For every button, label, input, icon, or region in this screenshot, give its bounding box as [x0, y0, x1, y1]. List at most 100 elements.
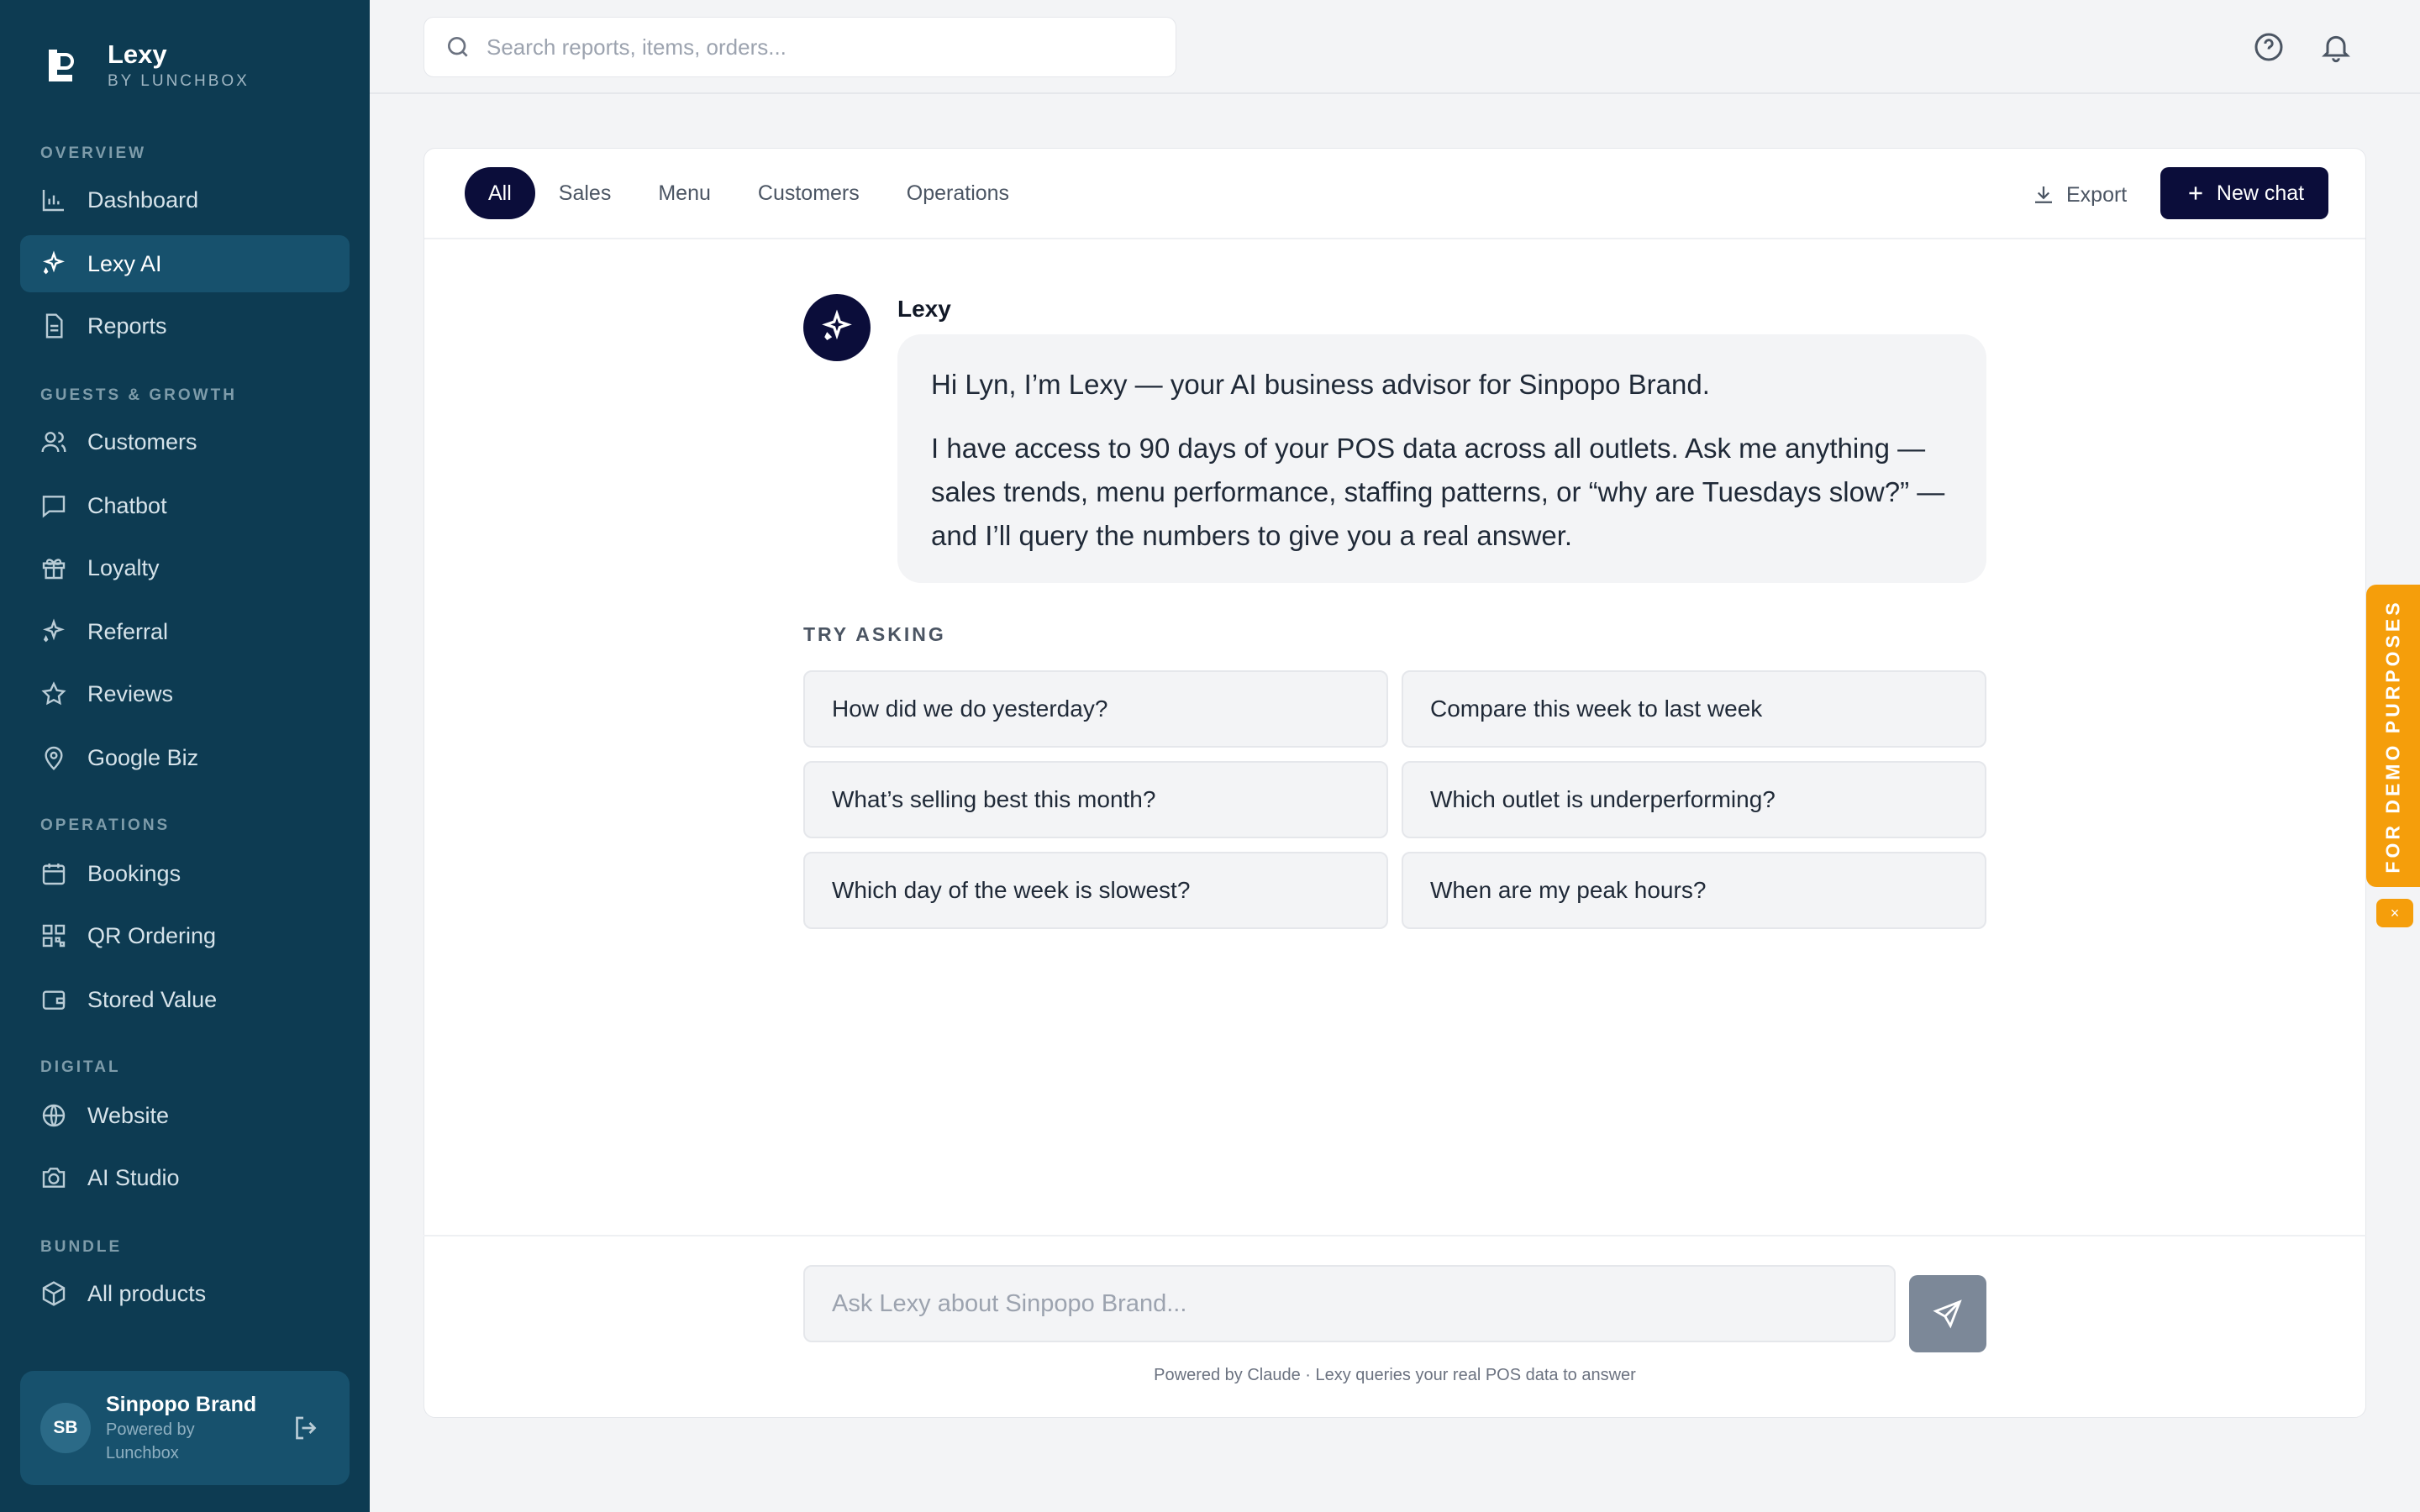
export-button[interactable]: Export	[2031, 174, 2127, 216]
export-label: Export	[2066, 182, 2128, 207]
divider	[424, 1235, 2366, 1236]
lunchbox-logo-icon	[49, 50, 74, 81]
tab-customers[interactable]: Customers	[734, 167, 883, 219]
suggestion-chip[interactable]: Compare this week to last week	[1402, 670, 1986, 748]
topbar	[370, 0, 2420, 94]
sidebar-item-label: Dashboard	[87, 186, 199, 213]
powered-by-note: Powered by Claude · Lexy queries your re…	[1154, 1366, 1636, 1384]
sparkle-icon	[42, 618, 66, 643]
logout-icon[interactable]	[291, 1413, 321, 1443]
search-icon	[448, 37, 468, 57]
sidebar-item-label: Lexy AI	[87, 250, 162, 276]
sidebar-item-label: Loyalty	[87, 554, 160, 580]
sidebar-item-label: AI Studio	[87, 1164, 180, 1190]
user-card[interactable]: SB Sinpopo Brand Powered by Lunchbox	[20, 1371, 350, 1485]
card-header: All Sales Menu Customers Operations Expo…	[424, 149, 2365, 239]
user-name: Sinpopo Brand	[106, 1393, 257, 1416]
suggestion-chip[interactable]: How did we do yesterday?	[803, 670, 1388, 748]
bot-name: Lexy	[897, 296, 951, 322]
sidebar-item-label: All products	[87, 1280, 207, 1306]
sparkle-icon	[822, 309, 852, 341]
assistant-message: Hi Lyn, I’m Lexy — your AI business advi…	[897, 334, 1986, 583]
sidebar-item-dashboard[interactable]: Dashboard	[20, 171, 350, 228]
sidebar-item-label: Customers	[87, 428, 197, 454]
sidebar-item-customers[interactable]: Customers	[20, 413, 350, 470]
calendar-icon	[42, 864, 66, 885]
section-overview: OVERVIEW	[40, 144, 147, 162]
sidebar-item-label: Referral	[87, 618, 169, 644]
sidebar-item-loyalty[interactable]: Loyalty	[20, 539, 350, 596]
sidebar-item-chatbot[interactable]: Chatbot	[20, 477, 350, 534]
camera-icon	[42, 1168, 66, 1188]
bar-chart-icon	[42, 190, 64, 212]
new-chat-label: New chat	[2216, 181, 2305, 205]
tab-operations[interactable]: Operations	[883, 167, 1033, 219]
brand-subtitle: BY LUNCHBOX	[108, 72, 250, 90]
sidebar-item-reviews[interactable]: Reviews	[20, 665, 350, 722]
lexy-avatar	[803, 294, 871, 361]
sidebar-item-label: Reports	[87, 312, 167, 339]
suggestion-chip[interactable]: Which day of the week is slowest?	[803, 852, 1388, 929]
try-asking-label: TRY ASKING	[803, 623, 946, 645]
section-operations: OPERATIONS	[40, 816, 171, 834]
chat-input[interactable]	[832, 1289, 1857, 1318]
sidebar-item-bookings[interactable]: Bookings	[20, 845, 350, 902]
brand-name: Lexy	[108, 39, 167, 69]
message-paragraph: I have access to 90 days of your POS dat…	[931, 433, 1945, 551]
global-search[interactable]	[424, 17, 1176, 77]
send-button[interactable]	[1909, 1275, 1986, 1352]
download-icon	[2035, 186, 2052, 203]
sidebar-item-website[interactable]: Website	[20, 1087, 350, 1144]
search-input[interactable]	[487, 34, 1142, 60]
user-powered-by: Powered by Lunchbox	[106, 1420, 195, 1462]
filter-tabs: All Sales Menu Customers Operations	[465, 167, 1033, 219]
map-pin-icon	[45, 746, 63, 771]
message-paragraph: Hi Lyn, I’m Lexy — your AI business advi…	[931, 369, 1710, 400]
sidebar-item-referral[interactable]: Referral	[20, 603, 350, 660]
tab-sales[interactable]: Sales	[535, 167, 635, 219]
bell-icon[interactable]	[2319, 30, 2353, 64]
avatar: SB	[40, 1403, 91, 1453]
sidebar-item-ai-studio[interactable]: AI Studio	[20, 1149, 350, 1206]
sidebar-item-label: Reviews	[87, 680, 174, 706]
sidebar-item-reports[interactable]: Reports	[20, 297, 350, 354]
tab-all[interactable]: All	[465, 167, 535, 219]
star-icon	[41, 681, 66, 706]
chat-icon	[42, 496, 66, 518]
tab-menu[interactable]: Menu	[634, 167, 734, 219]
sidebar: Lexy BY LUNCHBOX OVERVIEW Dashboard Lexy…	[0, 0, 370, 1512]
sidebar-item-lexy-ai[interactable]: Lexy AI	[20, 235, 350, 292]
document-icon	[45, 313, 63, 339]
box-icon	[42, 1281, 66, 1306]
chat-composer[interactable]	[803, 1265, 1896, 1342]
section-guests-growth: GUESTS & GROWTH	[40, 386, 237, 404]
send-icon	[1933, 1299, 1962, 1329]
globe-icon	[42, 1104, 66, 1127]
sidebar-item-all-products[interactable]: All products	[20, 1265, 350, 1322]
sidebar-item-label: Chatbot	[87, 492, 167, 518]
brand[interactable]: Lexy BY LUNCHBOX	[47, 39, 250, 91]
suggestion-chip[interactable]: What’s selling best this month?	[803, 761, 1388, 838]
sidebar-item-label: Website	[87, 1102, 170, 1128]
wallet-icon	[42, 990, 66, 1010]
suggestion-chip[interactable]: Which outlet is underperforming?	[1402, 761, 1986, 838]
demo-label: FOR DEMO PURPOSES	[2381, 598, 2404, 874]
gift-icon	[42, 559, 66, 580]
sidebar-item-label: QR Ordering	[87, 922, 217, 948]
sidebar-item-stored-value[interactable]: Stored Value	[20, 971, 350, 1028]
sidebar-item-google-biz[interactable]: Google Biz	[20, 729, 350, 786]
demo-ribbon[interactable]: FOR DEMO PURPOSES	[2366, 585, 2420, 887]
sidebar-item-label: Google Biz	[87, 744, 199, 770]
demo-close-button[interactable]: ×	[2376, 899, 2413, 927]
suggestion-chip[interactable]: When are my peak hours?	[1402, 852, 1986, 929]
sidebar-item-label: Bookings	[87, 860, 182, 886]
help-icon[interactable]	[2252, 30, 2286, 64]
new-chat-button[interactable]: New chat	[2160, 167, 2328, 219]
qr-code-icon	[42, 924, 66, 948]
section-digital: DIGITAL	[40, 1058, 121, 1076]
sparkle-icon	[42, 250, 66, 275]
plus-icon	[2189, 186, 2202, 200]
sidebar-item-qr-ordering[interactable]: QR Ordering	[20, 907, 350, 964]
sidebar-item-label: Stored Value	[87, 986, 218, 1012]
users-icon	[41, 432, 66, 453]
